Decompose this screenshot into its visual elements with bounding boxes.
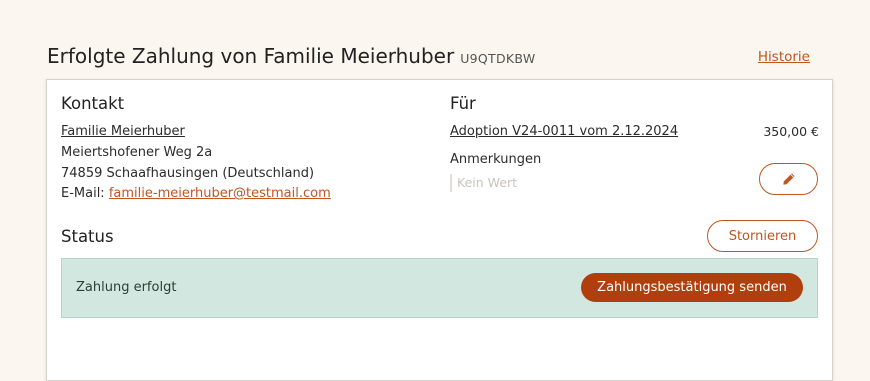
- status-bar: Zahlung erfolgt Zahlungsbestätigung send…: [61, 258, 818, 318]
- edit-notes-button[interactable]: [759, 163, 818, 195]
- payment-card: Kontakt Familie Meierhuber Meiertshofene…: [46, 79, 833, 381]
- email-link[interactable]: familie-meierhuber@testmail.com: [109, 186, 331, 201]
- contact-name-link[interactable]: Familie Meierhuber: [61, 124, 185, 139]
- page-header: Erfolgte Zahlung von Familie Meierhuber U…: [47, 44, 810, 74]
- cancel-button[interactable]: Stornieren: [707, 220, 818, 252]
- send-confirmation-button[interactable]: Zahlungsbestätigung senden: [581, 273, 803, 302]
- payment-id: U9QTDKBW: [460, 51, 536, 66]
- status-text: Zahlung erfolgt: [76, 280, 177, 295]
- notes-label: Anmerkungen: [450, 152, 542, 167]
- contact-email-row: E-Mail: familie-meierhuber@testmail.com: [61, 186, 331, 201]
- pencil-icon: [782, 173, 795, 185]
- amount: 350,00 €: [763, 124, 819, 139]
- contact-street: Meiertshofener Weg 2a: [61, 145, 213, 160]
- contact-city: 74859 Schaafhausingen (Deutschland): [61, 166, 315, 181]
- page-title: Erfolgte Zahlung von Familie Meierhuber U…: [47, 44, 536, 68]
- history-link[interactable]: Historie: [758, 49, 810, 65]
- notes-value[interactable]: Kein Wert: [450, 174, 517, 192]
- status-heading: Status: [61, 227, 114, 246]
- email-label: E-Mail:: [61, 186, 105, 201]
- page-title-text: Erfolgte Zahlung von Familie Meierhuber: [47, 44, 455, 68]
- adoption-link[interactable]: Adoption V24-0011 vom 2.12.2024: [450, 124, 678, 139]
- contact-heading: Kontakt: [61, 94, 125, 113]
- for-heading: Für: [450, 94, 476, 113]
